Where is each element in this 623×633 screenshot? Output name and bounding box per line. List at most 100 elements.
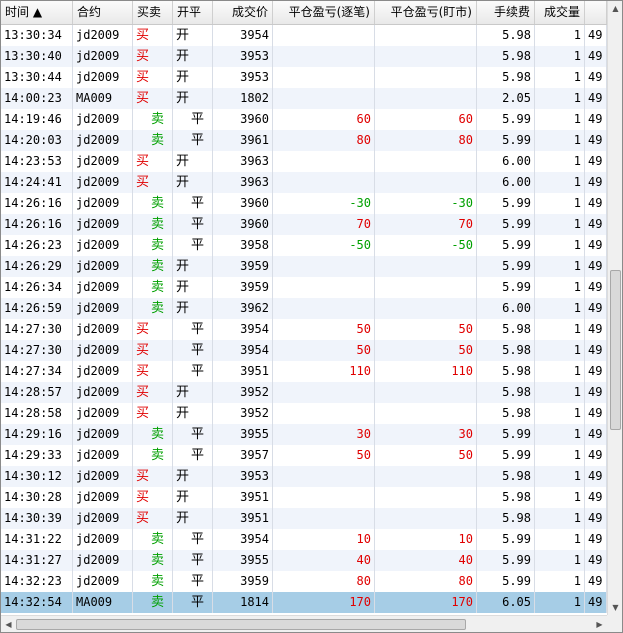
table-row[interactable]: 14:19:46 jd2009 卖平 3960 60 60 5.99 1 49 [1,109,607,130]
table-row[interactable]: 14:30:12 jd2009 买开 3953 5.98 1 49 [1,466,607,487]
cell-extra: 49 [585,46,607,67]
column-header-time[interactable]: 时间 ▲ [1,1,73,24]
table-row[interactable]: 13:30:40 jd2009 买开 3953 5.98 1 49 [1,46,607,67]
cell-contract: jd2009 [73,319,133,340]
table-row[interactable]: 14:27:30 jd2009 买平 3954 50 50 5.98 1 49 [1,319,607,340]
table-row[interactable]: 14:27:34 jd2009 买平 3951 110 110 5.98 1 49 [1,361,607,382]
scroll-down-arrow-icon[interactable]: ▼ [608,600,622,615]
cell-time: 14:20:03 [1,130,73,151]
cell-price: 3959 [213,256,273,277]
cell-time: 14:26:59 [1,298,73,319]
cell-contract: MA009 [73,88,133,109]
horizontal-scroll-thumb[interactable] [16,619,466,630]
column-header-side[interactable]: 买卖 [133,1,173,24]
cell-openclose: 开 [173,298,213,319]
cell-pnl_trade: 30 [273,424,375,445]
cell-side: 买 [133,319,173,340]
column-header-price[interactable]: 成交价 [213,1,273,24]
cell-fee: 5.99 [477,550,535,571]
cell-contract: jd2009 [73,529,133,550]
table-row[interactable]: 13:30:44 jd2009 买开 3953 5.98 1 49 [1,67,607,88]
table-row[interactable]: 14:30:28 jd2009 买开 3951 5.98 1 49 [1,487,607,508]
cell-side: 卖 [133,256,173,277]
table-row[interactable]: 14:31:22 jd2009 卖平 3954 10 10 5.99 1 49 [1,529,607,550]
cell-pnl_trade: 80 [273,130,375,151]
cell-price: 3953 [213,46,273,67]
cell-extra: 49 [585,592,607,613]
cell-pnl_mark [375,403,477,424]
cell-fee: 5.99 [477,109,535,130]
table-row[interactable]: 14:26:23 jd2009 卖平 3958 -50 -50 5.99 1 49 [1,235,607,256]
cell-fee: 6.05 [477,592,535,613]
cell-pnl_mark: 50 [375,340,477,361]
cell-qty: 1 [535,298,585,319]
column-header-extra[interactable] [585,1,607,24]
scroll-up-arrow-icon[interactable]: ▲ [608,1,622,16]
cell-time: 14:30:39 [1,508,73,529]
cell-time: 14:31:27 [1,550,73,571]
cell-price: 3957 [213,445,273,466]
column-header-qty[interactable]: 成交量 [535,1,585,24]
cell-fee: 5.98 [477,361,535,382]
table-row[interactable]: 14:26:16 jd2009 卖平 3960 -30 -30 5.99 1 49 [1,193,607,214]
table-row[interactable]: 14:26:59 jd2009 卖开 3962 6.00 1 49 [1,298,607,319]
scroll-left-arrow-icon[interactable]: ◀ [1,617,16,632]
table-row[interactable]: 14:20:03 jd2009 卖平 3961 80 80 5.99 1 49 [1,130,607,151]
table-row[interactable]: 14:27:30 jd2009 买平 3954 50 50 5.98 1 49 [1,340,607,361]
table-row[interactable]: 14:23:53 jd2009 买开 3963 6.00 1 49 [1,151,607,172]
table-row[interactable]: 14:28:58 jd2009 买开 3952 5.98 1 49 [1,403,607,424]
cell-pnl_mark [375,466,477,487]
column-header-openclose[interactable]: 开平 [173,1,213,24]
column-header-pnl_trade[interactable]: 平仓盈亏(逐笔) [273,1,375,24]
cell-fee: 5.98 [477,487,535,508]
table-row[interactable]: 14:26:29 jd2009 卖开 3959 5.99 1 49 [1,256,607,277]
table-row[interactable]: 14:26:16 jd2009 卖平 3960 70 70 5.99 1 49 [1,214,607,235]
cell-pnl_mark: 30 [375,424,477,445]
scroll-right-arrow-icon[interactable]: ▶ [592,617,607,632]
cell-extra: 49 [585,214,607,235]
table-row[interactable]: 14:30:39 jd2009 买开 3951 5.98 1 49 [1,508,607,529]
table-row[interactable]: 14:28:57 jd2009 买开 3952 5.98 1 49 [1,382,607,403]
cell-pnl_mark: 10 [375,529,477,550]
cell-openclose: 平 [173,193,213,214]
table-row[interactable]: 13:30:34 jd2009 买开 3954 5.98 1 49 [1,25,607,46]
cell-extra: 49 [585,529,607,550]
cell-pnl_trade [273,298,375,319]
vertical-scroll-thumb[interactable] [610,270,621,431]
cell-openclose: 开 [173,25,213,46]
column-header-pnl_mark[interactable]: 平仓盈亏(盯市) [375,1,477,24]
cell-fee: 5.98 [477,382,535,403]
horizontal-scrollbar[interactable]: ◀ ▶ [1,615,607,632]
cell-fee: 5.99 [477,193,535,214]
table-row[interactable]: 14:29:33 jd2009 卖平 3957 50 50 5.99 1 49 [1,445,607,466]
cell-side: 买 [133,172,173,193]
table-row[interactable]: 14:31:27 jd2009 卖平 3955 40 40 5.99 1 49 [1,550,607,571]
table-row[interactable]: 14:00:23 MA009 买开 1802 2.05 1 49 [1,88,607,109]
cell-fee: 5.99 [477,529,535,550]
cell-openclose: 平 [173,214,213,235]
cell-fee: 5.98 [477,403,535,424]
cell-pnl_mark [375,46,477,67]
table-row[interactable]: 14:29:16 jd2009 卖平 3955 30 30 5.99 1 49 [1,424,607,445]
cell-pnl_trade: 50 [273,319,375,340]
table-row[interactable]: 14:24:41 jd2009 买开 3963 6.00 1 49 [1,172,607,193]
column-header-fee[interactable]: 手续费 [477,1,535,24]
cell-qty: 1 [535,214,585,235]
cell-pnl_trade [273,25,375,46]
cell-qty: 1 [535,172,585,193]
column-header-contract[interactable]: 合约 [73,1,133,24]
vertical-scrollbar[interactable]: ▲ ▼ [607,1,622,615]
cell-contract: jd2009 [73,340,133,361]
table-row[interactable]: 14:32:54 MA009 卖平 1814 170 170 6.05 1 49 [1,592,607,613]
table-row[interactable]: 14:26:34 jd2009 卖开 3959 5.99 1 49 [1,277,607,298]
cell-time: 14:28:58 [1,403,73,424]
cell-time: 14:27:34 [1,361,73,382]
cell-time: 14:23:53 [1,151,73,172]
cell-pnl_trade: 70 [273,214,375,235]
cell-extra: 49 [585,277,607,298]
cell-contract: jd2009 [73,571,133,592]
table-row[interactable]: 14:32:23 jd2009 卖平 3959 80 80 5.99 1 49 [1,571,607,592]
cell-side: 卖 [133,193,173,214]
cell-openclose: 平 [173,340,213,361]
cell-contract: jd2009 [73,550,133,571]
